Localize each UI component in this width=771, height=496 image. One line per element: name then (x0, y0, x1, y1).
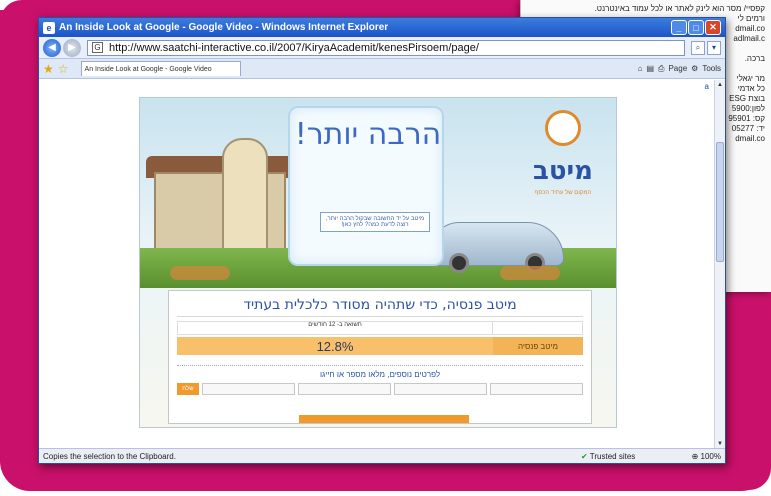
title-bar: e An Inside Look at Google - Google Vide… (39, 18, 725, 37)
page-marker-icon: a (704, 82, 709, 91)
window-title: An Inside Look at Google - Google Video … (59, 22, 389, 33)
empty-cell (492, 322, 582, 334)
form-field-id[interactable] (490, 383, 583, 395)
yield-row: מיטב פנסיה 12.8% (177, 337, 583, 355)
address-bar: ◀ ▶ G http://www.saatchi-interactive.co.… (39, 37, 725, 59)
tab-bar: ★ ☆ An Inside Look at Google - Google Vi… (39, 59, 725, 79)
feeds-icon[interactable]: ▤ (646, 64, 654, 73)
mitav-tagline: המקום של עתיד הכסף (534, 190, 592, 196)
yield-header-row: תשואה ב- 12 חודשים (177, 321, 583, 335)
ad-subtext[interactable]: מיטב על יד החשובה שבקול הרבה יותר, רוצה … (320, 212, 430, 232)
fine-print (177, 358, 583, 366)
form-field-email[interactable] (298, 383, 391, 395)
zoom-level[interactable]: ⊕ 100% (661, 452, 721, 461)
tab-label: An Inside Look at Google - Google Video (84, 65, 212, 73)
back-button[interactable]: ◀ (43, 38, 61, 57)
print-icon[interactable]: ⎙ (658, 64, 664, 74)
add-favorite-icon[interactable]: ☆ (58, 62, 69, 76)
scroll-up-icon[interactable]: ▲ (716, 81, 724, 89)
url-field[interactable]: G http://www.saatchi-interactive.co.il/2… (87, 39, 685, 56)
send-button[interactable]: שלח (177, 383, 199, 395)
forward-button[interactable]: ▶ (63, 38, 81, 57)
ie-window: e An Inside Look at Google - Google Vide… (38, 17, 726, 464)
mitav-logo: מיטב (533, 156, 593, 186)
ornament-left (170, 266, 230, 280)
ad-headline: הרבה יותר! (294, 117, 442, 152)
mitav-banner-ad[interactable]: הרבה יותר! מיטב על יד החשובה שבקול הרבה … (139, 97, 617, 428)
zoom-value: 100% (700, 451, 721, 461)
status-bar: Copies the selection to the Clipboard. ✔… (39, 448, 725, 463)
tab-current[interactable]: An Inside Look at Google - Google Video (80, 61, 241, 76)
document-line: קפסיי/ מסר הוא לינק לאתר או לכל עמוד באי… (594, 4, 765, 13)
minimize-button[interactable]: _ (671, 20, 687, 35)
contact-text: לפרטים נוספים, מלאו מספר או חייגו (319, 370, 441, 379)
car-wheel-icon (449, 253, 469, 273)
gear-icon[interactable]: ⚙ (691, 64, 698, 73)
zone-label: Trusted sites (589, 451, 636, 461)
yield-header: תשואה ב- 12 חודשים (308, 322, 362, 328)
yield-value: 12.8% (177, 337, 493, 355)
checkmark-icon: ✔ (581, 451, 590, 461)
page-viewport: a הרבה יותר! מיטב על יד החשובה שבקול הרב… (39, 80, 725, 449)
compass-icon (545, 110, 581, 146)
headline-cloud: הרבה יותר! מיטב על יד החשובה שבקול הרבה … (288, 106, 444, 266)
status-text: Copies the selection to the Clipboard. (43, 451, 176, 461)
ornament-right (500, 266, 560, 280)
panel-title: מיטב פנסיה, כדי שתהיה מסודר כלכלית בעתיד (177, 297, 583, 317)
form-field-phone[interactable] (202, 383, 295, 395)
home-icon[interactable]: ⌂ (638, 64, 643, 73)
fund-label: מיטב פנסיה (493, 337, 583, 355)
lead-form: שלח (177, 383, 583, 395)
vertical-scrollbar[interactable]: ▲ ▼ (714, 80, 725, 449)
scroll-thumb[interactable] (716, 142, 724, 262)
scroll-down-icon[interactable]: ▼ (716, 440, 724, 448)
pension-panel: מיטב פנסיה, כדי שתהיה מסודר כלכלית בעתיד… (168, 290, 592, 424)
close-button[interactable]: ✕ (705, 20, 721, 35)
ie-icon: e (43, 21, 55, 34)
url-text: http://www.saatchi-interactive.co.il/200… (109, 41, 479, 54)
page-menu[interactable]: Page (668, 64, 687, 73)
orange-band (299, 415, 469, 423)
command-bar: ⌂ ▤ ⎙ Page ⚙ Tools (638, 64, 721, 74)
zoom-icon: ⊕ (691, 451, 701, 461)
dropdown-icon[interactable]: ▾ (707, 40, 721, 55)
maximize-button[interactable]: □ (688, 20, 704, 35)
car-image (430, 222, 564, 273)
tools-menu[interactable]: Tools (702, 64, 721, 73)
house-tower (222, 138, 268, 258)
favorites-star-icon[interactable]: ★ (43, 62, 54, 76)
search-icon[interactable]: ⌕ (691, 40, 705, 55)
trusted-zone: ✔ Trusted sites (581, 452, 661, 461)
form-field-name[interactable] (394, 383, 487, 395)
page-icon: G (92, 42, 103, 53)
